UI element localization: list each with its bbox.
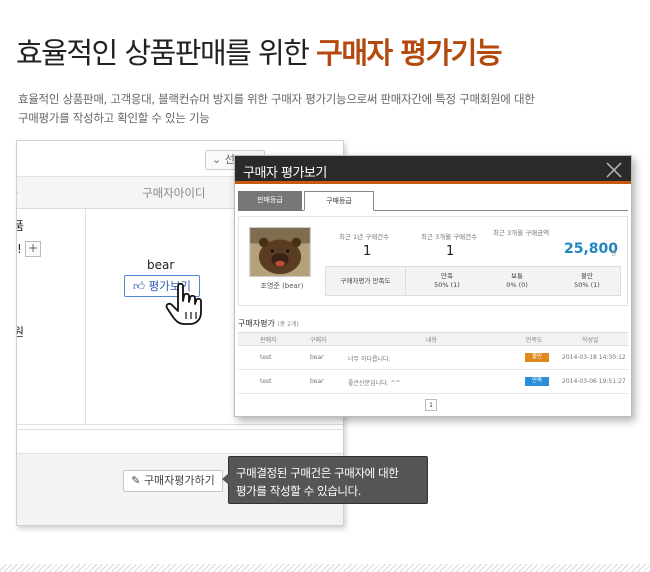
buyer-id-value: bear (147, 258, 175, 272)
header-seller: 판매자 (260, 337, 277, 344)
row-divider (17, 429, 343, 430)
buyer-name: 조영준 (bear) (260, 282, 304, 290)
close-icon[interactable] (605, 161, 623, 179)
write-evaluation-label: 구매자평가하기 (143, 474, 215, 487)
popup-header: 구매자 평가보기 (235, 156, 631, 184)
row-text-2: ! (17, 242, 22, 256)
row-buyer: bear (310, 378, 324, 385)
amount-label: 최근 3개월 구매금액 (493, 229, 550, 237)
reviews-section-title: 구매자평가 (총 2개) (238, 318, 299, 329)
title-highlight: 구매자 평가기능 (316, 36, 502, 70)
row-divider (17, 424, 343, 425)
page-title: 효율적인 상품판매를 위한 구매자 평가기능 (16, 30, 502, 72)
row-date: 2014-03-18 14:30:12 (562, 354, 626, 361)
write-evaluation-button[interactable]: ✎ 구매자평가하기 (123, 470, 223, 492)
satisfaction-summary: 구매자평가 만족도 만족 50% (1) 보통 0% (0) 불만 50% (1… (325, 266, 621, 296)
feature-description: 효율적인 상품판매, 고객응대, 블랙컨슈머 방지를 위한 구매자 평가기능으로… (18, 90, 638, 128)
stat-label-year: 최근 1년 구매건수 (339, 233, 390, 241)
write-evaluation-tooltip: 구매결정된 구매건은 구매자에 대한 평가를 작성할 수 있습니다. (222, 456, 428, 504)
row-text-1: 품 (17, 217, 24, 234)
column-divider (85, 209, 86, 424)
grade-tabs: 판매등급 구매등급 (238, 191, 628, 211)
row-date: 2014-03-06 19:51:27 (562, 378, 626, 385)
table-row: test bear 좋은신분입니다. ^^ 만족 2014-03-06 19:5… (238, 370, 628, 394)
title-plain: 효율적인 상품판매를 위한 (16, 36, 310, 70)
buyer-evaluation-popup: 구매자 평가보기 판매등급 구매등급 조영준 (bear) 최근 1년 구매건수… (234, 155, 632, 417)
satisfaction-bad: 불만 50% (1) (552, 272, 622, 290)
reviews-title: 구매자평가 (238, 319, 275, 328)
page-button[interactable]: 1 (425, 399, 437, 411)
satisfaction-good-label: 만족 (441, 272, 453, 280)
avatar (249, 227, 311, 277)
row-text-3: 원 (17, 323, 24, 340)
tab-seller-grade[interactable]: 판매등급 (238, 191, 302, 211)
reviews-table-header: 판매자 구매자 내용 만족도 작성일 (238, 332, 628, 346)
table-row: test bear 너무 하다릅니다. 불만 2014-03-18 14:30:… (238, 346, 628, 370)
header-buyer: 구매자 (310, 337, 327, 344)
satisfaction-good: 만족 50% (1) (412, 272, 482, 290)
satisfaction-bad-value: 50% (1) (574, 281, 600, 289)
tooltip-line-1: 구매결정된 구매건은 구매자에 대한 (236, 466, 399, 480)
satisfaction-normal: 보통 0% (0) (482, 272, 552, 290)
popup-title: 구매자 평가보기 (243, 166, 327, 181)
row-content: 좋은신분입니다. ^^ (348, 380, 401, 387)
header-date: 작성일 (582, 337, 599, 344)
buyer-summary: 조영준 (bear) 최근 1년 구매건수 1 최근 3개월 구매건수 1 최근… (238, 216, 628, 306)
row-seller: test (260, 378, 272, 385)
tooltip-line-2: 평가를 작성할 수 있습니다. (236, 484, 362, 498)
description-line-1: 효율적인 상품판매, 고객응대, 블랙컨슈머 방지를 위한 구매자 평가기능으로… (18, 92, 535, 106)
column-header-left: 자 (17, 185, 18, 202)
satisfaction-bad-label: 불만 (581, 272, 593, 280)
stat-label-3month: 최근 3개월 구매건수 (421, 233, 478, 241)
amount-value: 25,800 (564, 241, 619, 257)
stat-value-3month: 1 (446, 244, 455, 259)
row-content: 너무 하다릅니다. (348, 356, 391, 363)
rating-badge-bad: 불만 (525, 353, 549, 362)
reviews-count: (총 2개) (277, 321, 299, 328)
rating-badge-good: 만족 (525, 377, 549, 386)
header-content: 내용 (426, 337, 438, 344)
satisfaction-normal-value: 0% (0) (506, 281, 528, 289)
row-seller: test (260, 354, 272, 361)
expand-button[interactable]: + (25, 241, 41, 257)
hand-cursor-icon (165, 282, 202, 325)
bottom-divider (0, 564, 650, 572)
reviews-table: 판매자 구매자 내용 만족도 작성일 test bear 너무 하다릅니다. 불… (238, 332, 628, 394)
description-line-2: 구매평가를 작성하고 확인할 수 있는 기능 (18, 111, 210, 125)
stat-value-year: 1 (363, 244, 372, 259)
row-buyer: bear (310, 354, 324, 361)
tab-buyer-grade[interactable]: 구매등급 (304, 191, 374, 211)
thumbs-up-icon: 👍︎ (132, 279, 146, 293)
pen-icon: ✎ (131, 474, 141, 487)
satisfaction-good-value: 50% (1) (434, 281, 460, 289)
column-header-buyer-id: 구매자아이디 (142, 186, 206, 200)
satisfaction-label: 구매자평가 만족도 (326, 267, 406, 295)
amount-unit: 원 (611, 250, 617, 257)
satisfaction-normal-label: 보통 (511, 272, 523, 280)
header-rating: 만족도 (526, 337, 543, 344)
